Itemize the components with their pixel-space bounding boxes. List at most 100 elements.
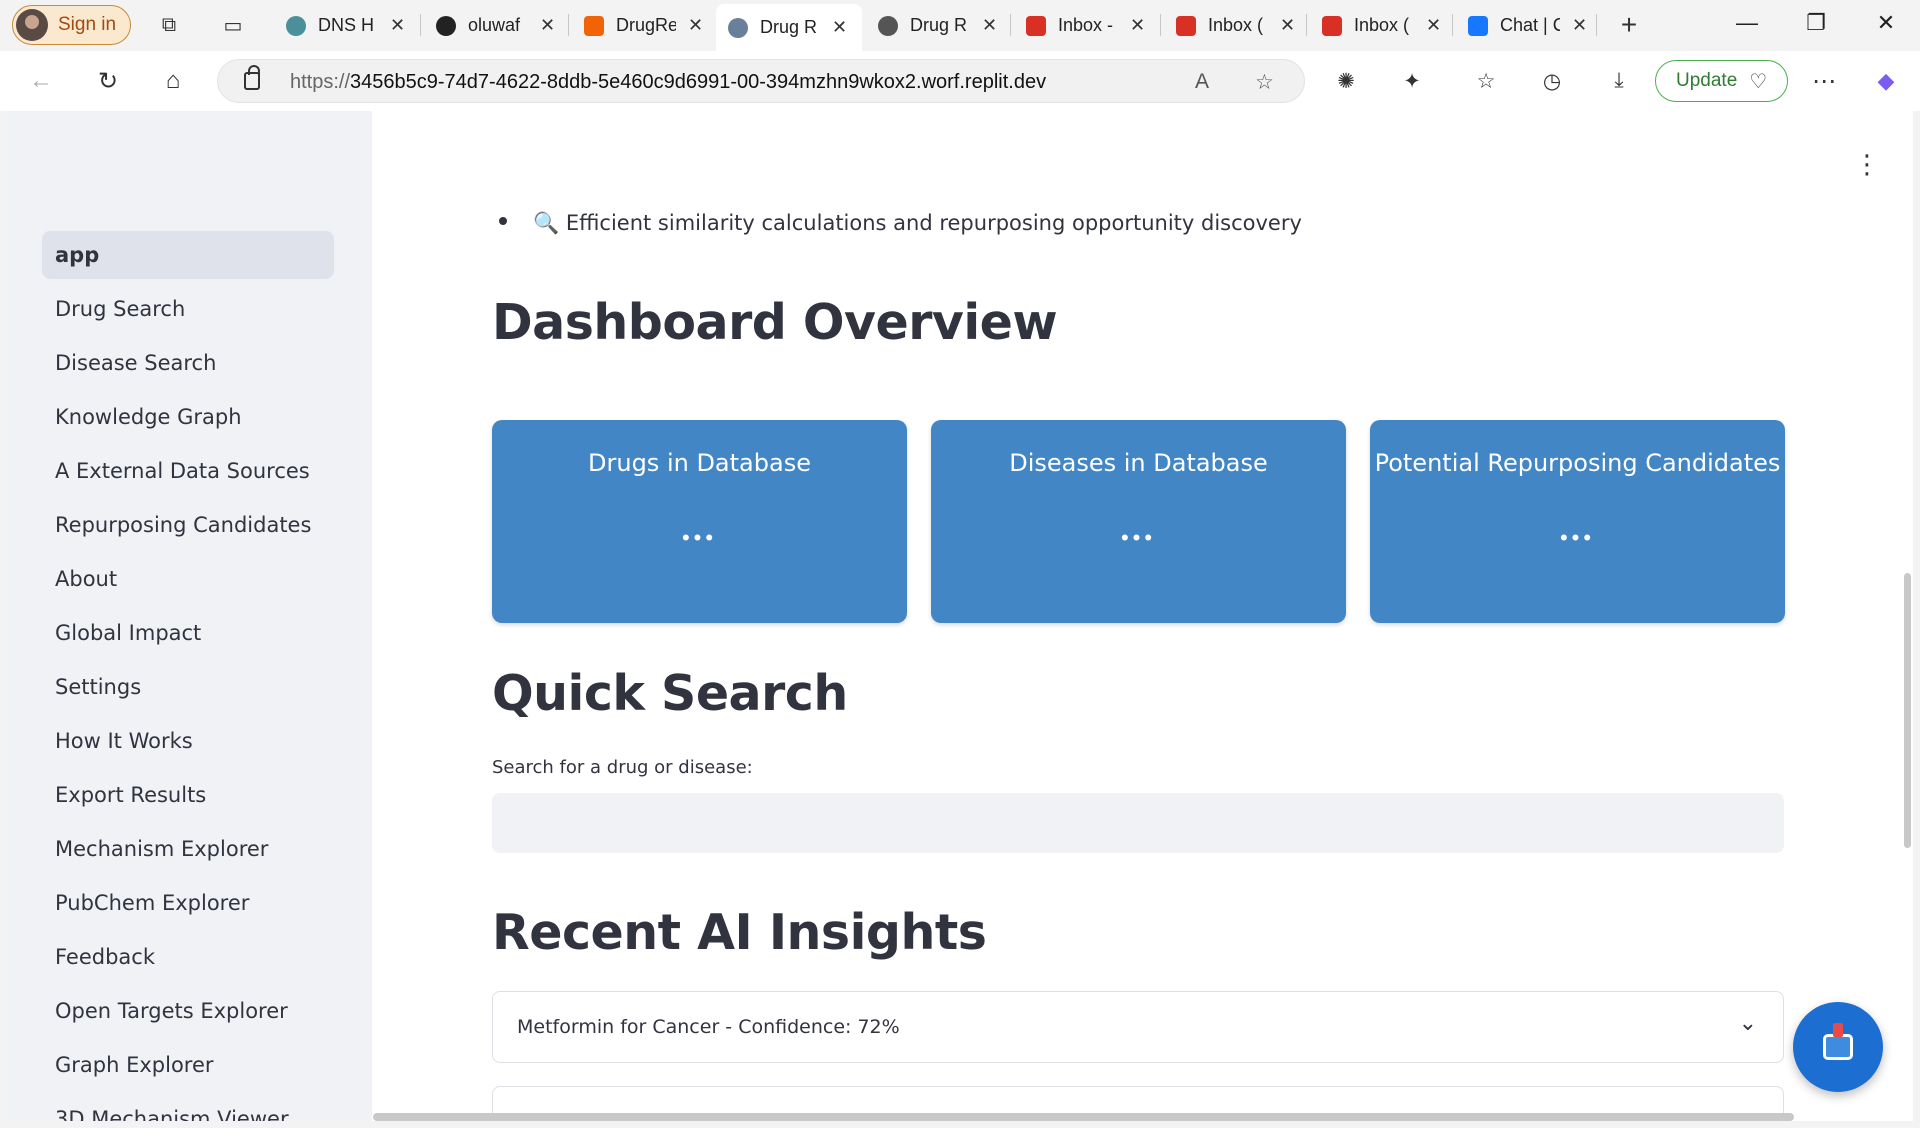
magnifier-icon: 🔍 xyxy=(533,211,560,235)
close-tab-icon[interactable]: ✕ xyxy=(832,17,847,38)
sidebar-item-feedback[interactable]: Feedback xyxy=(42,933,334,981)
metric-value: ••• xyxy=(1120,525,1157,550)
insight-title: Metformin for Cancer - Confidence: 72% xyxy=(517,1016,900,1038)
sidebar-item-global-impact[interactable]: Global Impact xyxy=(42,609,334,657)
browser-tab[interactable]: Inbox - ✕ xyxy=(1014,6,1158,45)
url-text[interactable]: https://3456b5c9-74d7-4622-8ddb-5e460c9d… xyxy=(290,71,1046,94)
browser-toolbar: ← ↻ ⌂ https://3456b5c9-74d7-4622-8ddb-5e… xyxy=(0,51,1920,111)
sidebar-item-label: Global Impact xyxy=(55,621,202,645)
restore-icon[interactable]: ❐ xyxy=(1796,10,1836,36)
sidebar-item-label: Repurposing Candidates xyxy=(55,513,312,537)
chat-favicon-icon xyxy=(1468,15,1488,36)
sidebar: app Drug Search Disease Search Knowledge… xyxy=(7,111,372,1121)
home-icon[interactable]: ⌂ xyxy=(157,65,189,97)
sidebar-item-label: Feedback xyxy=(55,945,156,969)
browser-tab[interactable]: DNS H ✕ xyxy=(274,6,414,45)
minimize-icon[interactable]: — xyxy=(1727,10,1767,36)
update-button[interactable]: Update ♡ xyxy=(1655,60,1788,102)
sidebar-item-settings[interactable]: Settings xyxy=(42,663,334,711)
sidebar-item-open-targets-explorer[interactable]: Open Targets Explorer xyxy=(42,987,334,1035)
address-bar[interactable]: https://3456b5c9-74d7-4622-8ddb-5e460c9d… xyxy=(217,59,1305,103)
tab-title: DrugRe xyxy=(616,15,676,35)
close-tab-icon[interactable]: ✕ xyxy=(390,15,405,36)
sidebar-item-export-results[interactable]: Export Results xyxy=(42,771,334,819)
sidebar-item-label: Open Targets Explorer xyxy=(55,999,288,1023)
history-icon[interactable]: ◷ xyxy=(1536,65,1568,97)
close-tab-icon[interactable]: ✕ xyxy=(982,15,997,36)
browser-tab[interactable]: oluwaf ✕ xyxy=(424,6,564,45)
close-tab-icon[interactable]: ✕ xyxy=(688,15,703,36)
download-fab-button[interactable] xyxy=(1793,1002,1883,1092)
downloads-icon[interactable]: ⤓ xyxy=(1603,65,1635,97)
vertical-scrollbar[interactable] xyxy=(1904,573,1911,848)
sidebar-item-knowledge-graph[interactable]: Knowledge Graph xyxy=(42,393,334,441)
sign-in-label: Sign in xyxy=(58,14,117,35)
openai-icon xyxy=(878,15,898,36)
gmail-icon xyxy=(1176,15,1196,36)
sidebar-item-external-data-sources[interactable]: A External Data Sources xyxy=(42,447,334,495)
close-tab-icon[interactable]: ✕ xyxy=(1130,15,1145,36)
sidebar-item-3d-mechanism-viewer[interactable]: 3D Mechanism Viewer xyxy=(42,1095,334,1121)
search-input[interactable] xyxy=(492,793,1784,853)
close-tab-icon[interactable]: ✕ xyxy=(1426,15,1441,36)
sidebar-item-app[interactable]: app xyxy=(42,231,334,279)
tab-title: Chat | C xyxy=(1500,15,1560,35)
favorites-icon[interactable]: ☆ xyxy=(1470,65,1502,97)
github-icon xyxy=(436,15,456,36)
sidebar-item-label: Settings xyxy=(55,675,142,699)
replit-icon xyxy=(584,15,604,36)
tab-actions-icon[interactable]: ▭ xyxy=(220,12,246,38)
lock-icon[interactable] xyxy=(244,65,260,90)
tab-title: Drug R xyxy=(910,15,968,35)
sidebar-item-disease-search[interactable]: Disease Search xyxy=(42,339,334,387)
more-options-icon[interactable]: ⋯ xyxy=(1808,65,1840,97)
close-tab-icon[interactable]: ✕ xyxy=(540,15,555,36)
metric-title: Drugs in Database xyxy=(588,449,811,477)
tab-title: oluwaf xyxy=(468,15,521,35)
avatar xyxy=(16,9,48,41)
sidebar-item-about[interactable]: About xyxy=(42,555,334,603)
horizontal-scrollbar[interactable] xyxy=(373,1113,1794,1121)
feature-bullet-text: Efficient similarity calculations and re… xyxy=(565,211,1302,235)
sidebar-item-mechanism-explorer[interactable]: Mechanism Explorer xyxy=(42,825,334,873)
extensions-icon[interactable]: ✦ xyxy=(1396,65,1428,97)
gmail-icon xyxy=(1026,15,1046,36)
browser-tab[interactable]: DrugRe ✕ xyxy=(572,6,712,45)
close-tab-icon[interactable]: ✕ xyxy=(1280,15,1295,36)
insight-expander[interactable]: Metformin for Cancer - Confidence: 72% ⌄ xyxy=(492,991,1784,1063)
browser-tab[interactable]: Inbox ( ✕ xyxy=(1310,6,1454,45)
tab-title: Inbox - xyxy=(1058,15,1114,35)
browser-tab[interactable]: Drug R ✕ xyxy=(866,6,1006,45)
heart-pulse-icon: ♡ xyxy=(1749,70,1768,93)
sidebar-item-label: How It Works xyxy=(55,729,193,753)
copilot-icon[interactable]: ◆ xyxy=(1870,65,1902,97)
sign-in-button[interactable]: Sign in xyxy=(12,5,131,45)
browser-tab[interactable]: Chat | C ✕ xyxy=(1456,6,1600,45)
insights-heading: Recent AI Insights xyxy=(492,904,987,961)
metric-card-drugs: Drugs in Database ••• xyxy=(492,420,907,623)
main-menu-icon[interactable]: ⋮ xyxy=(1854,149,1880,180)
close-window-icon[interactable]: ✕ xyxy=(1866,10,1906,36)
read-aloud-icon[interactable]: A xyxy=(1195,70,1209,94)
favorite-star-icon[interactable]: ☆ xyxy=(1255,70,1274,95)
sidebar-item-pubchem-explorer[interactable]: PubChem Explorer xyxy=(42,879,334,927)
close-tab-icon[interactable]: ✕ xyxy=(1572,15,1587,36)
back-icon[interactable]: ← xyxy=(25,65,57,97)
workspaces-icon[interactable]: ⧉ xyxy=(156,12,182,38)
sidebar-item-how-it-works[interactable]: How It Works xyxy=(42,717,334,765)
new-tab-icon[interactable]: + xyxy=(1616,9,1642,40)
sidebar-item-repurposing-candidates[interactable]: Repurposing Candidates xyxy=(42,501,334,549)
metric-value: ••• xyxy=(681,525,718,550)
refresh-icon[interactable]: ↻ xyxy=(92,65,124,97)
browser-tab[interactable]: Inbox ( ✕ xyxy=(1164,6,1308,45)
chevron-down-icon[interactable]: ⌄ xyxy=(1739,1010,1757,1036)
tab-title: Inbox ( xyxy=(1208,15,1264,35)
tab-favicon-icon xyxy=(286,15,306,36)
inbox-download-icon xyxy=(1823,1023,1853,1060)
browser-tab-active[interactable]: Drug R ✕ xyxy=(716,4,862,51)
sidebar-item-label: Disease Search xyxy=(55,351,217,375)
sidebar-item-graph-explorer[interactable]: Graph Explorer xyxy=(42,1041,334,1089)
sidebar-item-drug-search[interactable]: Drug Search xyxy=(42,285,334,333)
feature-bullet: 🔍 Efficient similarity calculations and … xyxy=(499,211,1302,236)
copilot-extension-icon[interactable]: ✺ xyxy=(1330,65,1362,97)
